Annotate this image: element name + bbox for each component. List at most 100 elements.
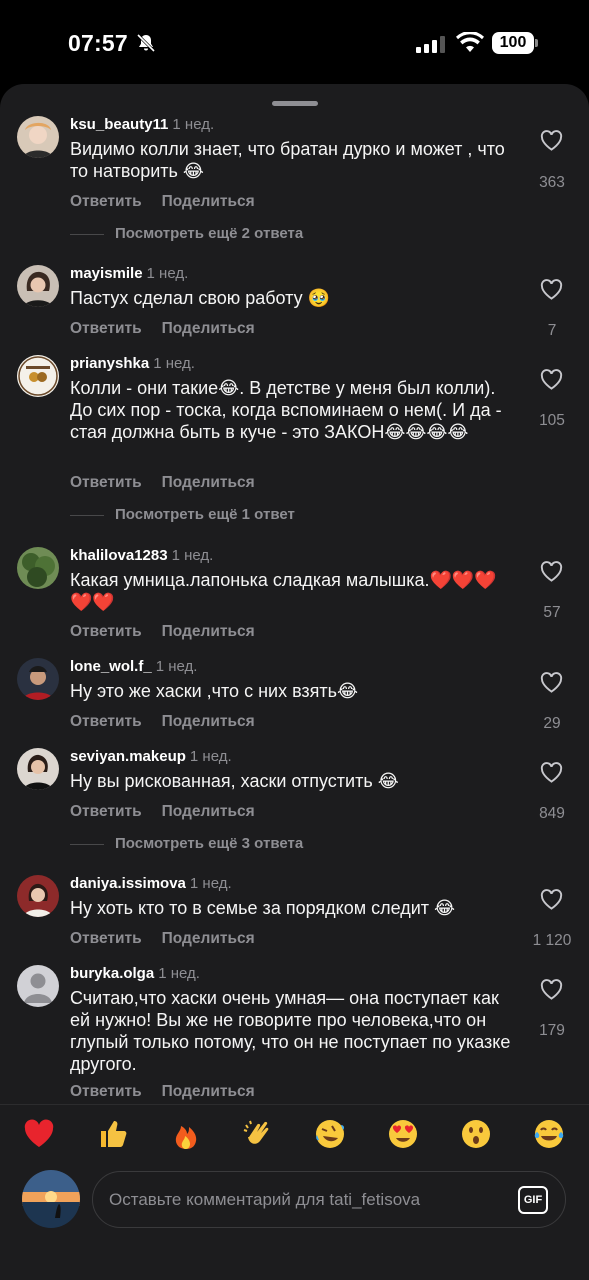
more-replies-label[interactable]: Посмотреть ещё 2 ответа bbox=[115, 225, 303, 242]
username[interactable]: lone_wol.f_ bbox=[70, 658, 152, 675]
reply-button[interactable]: Ответить bbox=[70, 474, 142, 491]
reply-button[interactable]: Ответить bbox=[70, 320, 142, 337]
more-replies-label[interactable]: Посмотреть ещё 3 ответа bbox=[115, 835, 303, 852]
like-count: 1 120 bbox=[532, 932, 572, 949]
share-button[interactable]: Поделиться bbox=[162, 474, 255, 491]
comment-text: Видимо колли знает, что братан дурко и м… bbox=[70, 138, 520, 182]
username[interactable]: prianyshka bbox=[70, 355, 149, 372]
battery-tip bbox=[535, 39, 538, 47]
comment-text: Какая умница.лапонька сладкая малышка.❤️… bbox=[70, 569, 515, 613]
comment-header: buryka.olga 1 нед. bbox=[70, 965, 200, 983]
comment-actions: Ответить Поделиться bbox=[70, 193, 275, 211]
like-count: 29 bbox=[543, 715, 561, 732]
avatar[interactable] bbox=[17, 658, 59, 700]
quick-reactions-bar bbox=[0, 1104, 589, 1164]
share-button[interactable]: Поделиться bbox=[162, 713, 255, 730]
reply-button[interactable]: Ответить bbox=[70, 713, 142, 730]
heart-outline-icon[interactable] bbox=[540, 979, 563, 1000]
surprised-face-icon[interactable] bbox=[459, 1117, 493, 1151]
heart-outline-icon[interactable] bbox=[540, 130, 563, 151]
username[interactable]: mayismile bbox=[70, 265, 143, 282]
share-button[interactable]: Поделиться bbox=[162, 193, 255, 210]
comment-time: 1 нед. bbox=[155, 658, 198, 675]
username[interactable]: khalilova1283 bbox=[70, 547, 168, 564]
bell-off-icon bbox=[136, 33, 156, 53]
thumbs-up-icon[interactable] bbox=[96, 1117, 130, 1151]
avatar[interactable] bbox=[17, 547, 59, 589]
heart-outline-icon[interactable] bbox=[540, 672, 563, 693]
like-count: 849 bbox=[539, 805, 565, 822]
comment-time: 1 нед. bbox=[189, 875, 232, 892]
comment-header: prianyshka 1 нед. bbox=[70, 355, 195, 373]
cellular-signal-icon bbox=[416, 36, 445, 53]
more-replies[interactable]: Посмотреть ещё 2 ответа bbox=[70, 225, 470, 245]
comment-actions: Ответить Поделиться bbox=[70, 930, 275, 948]
replies-divider bbox=[70, 234, 104, 235]
battery-indicator: 100 bbox=[492, 32, 534, 54]
reply-button[interactable]: Ответить bbox=[70, 1083, 142, 1100]
avatar[interactable] bbox=[17, 355, 59, 397]
comment-text: Колли - они такие😂. В детстве у меня был… bbox=[70, 377, 515, 443]
reply-button[interactable]: Ответить bbox=[70, 930, 142, 947]
comment-text: Ну это же хаски ,что с них взять😂 bbox=[70, 680, 520, 702]
comment-text-body: Ну вы рискованная, хаски отпустить 😂 bbox=[70, 771, 399, 791]
red-heart-icon[interactable] bbox=[22, 1117, 56, 1151]
heart-eyes-icon[interactable] bbox=[386, 1117, 420, 1151]
username[interactable]: buryka.olga bbox=[70, 965, 154, 982]
replies-divider bbox=[70, 515, 104, 516]
comment-text: Пастух сделал свою работу 🥹 bbox=[70, 287, 520, 309]
comment-header: seviyan.makeup 1 нед. bbox=[70, 748, 232, 766]
heart-outline-icon[interactable] bbox=[540, 762, 563, 783]
avatar[interactable] bbox=[17, 875, 59, 917]
comment-header: khalilova1283 1 нед. bbox=[70, 547, 213, 565]
heart-outline-icon[interactable] bbox=[540, 279, 563, 300]
comment-input-field[interactable] bbox=[92, 1171, 566, 1228]
avatar[interactable] bbox=[17, 748, 59, 790]
avatar[interactable] bbox=[17, 265, 59, 307]
share-button[interactable]: Поделиться bbox=[162, 623, 255, 640]
comment-input[interactable] bbox=[109, 1185, 509, 1215]
wifi-icon bbox=[456, 32, 484, 52]
heart-outline-icon[interactable] bbox=[540, 889, 563, 910]
fire-icon[interactable] bbox=[169, 1117, 203, 1151]
tears-of-joy-icon[interactable] bbox=[532, 1117, 566, 1151]
sheet-grabber[interactable] bbox=[272, 101, 318, 106]
avatar[interactable] bbox=[17, 965, 59, 1007]
like-count: 105 bbox=[539, 412, 565, 429]
clapping-hands-icon[interactable] bbox=[241, 1117, 275, 1151]
gif-button[interactable]: GIF bbox=[518, 1186, 548, 1214]
comment-header: daniya.issimova 1 нед. bbox=[70, 875, 232, 893]
comment-actions: Ответить Поделиться bbox=[70, 803, 275, 821]
username[interactable]: daniya.issimova bbox=[70, 875, 186, 892]
comment-text-body: Ну хоть кто то в семье за порядком следи… bbox=[70, 898, 456, 918]
like-count: 179 bbox=[539, 1022, 565, 1039]
like-count: 7 bbox=[547, 322, 557, 339]
share-button[interactable]: Поделиться bbox=[162, 1083, 255, 1100]
comment-header: ksu_beauty11 1 нед. bbox=[70, 116, 214, 134]
heart-outline-icon[interactable] bbox=[540, 561, 563, 582]
reply-button[interactable]: Ответить bbox=[70, 803, 142, 820]
username[interactable]: ksu_beauty11 bbox=[70, 116, 168, 133]
comment-text-body: Считаю,что хаски очень умная— она поступ… bbox=[70, 988, 511, 1074]
share-button[interactable]: Поделиться bbox=[162, 320, 255, 337]
comment-text: Считаю,что хаски очень умная— она поступ… bbox=[70, 987, 522, 1075]
more-replies-label[interactable]: Посмотреть ещё 1 ответ bbox=[115, 506, 295, 523]
comment-time: 1 нед. bbox=[189, 748, 232, 765]
more-replies[interactable]: Посмотреть ещё 3 ответа bbox=[70, 835, 470, 855]
comment-actions: Ответить Поделиться bbox=[70, 1083, 275, 1101]
comment-actions: Ответить Поделиться bbox=[70, 320, 275, 338]
heart-outline-icon[interactable] bbox=[540, 369, 563, 390]
current-user-avatar[interactable] bbox=[22, 1170, 80, 1228]
reply-button[interactable]: Ответить bbox=[70, 193, 142, 210]
reply-button[interactable]: Ответить bbox=[70, 623, 142, 640]
share-button[interactable]: Поделиться bbox=[162, 930, 255, 947]
status-time: 07:57 bbox=[68, 30, 128, 56]
share-button[interactable]: Поделиться bbox=[162, 803, 255, 820]
rolling-on-floor-laughing-icon[interactable] bbox=[313, 1117, 347, 1151]
more-replies[interactable]: Посмотреть ещё 1 ответ bbox=[70, 506, 470, 526]
username[interactable]: seviyan.makeup bbox=[70, 748, 186, 765]
comment-text-body: Колли - они такие😂. В детстве у меня был… bbox=[70, 378, 502, 442]
comment-text: Ну вы рискованная, хаски отпустить 😂 bbox=[70, 770, 520, 792]
avatar[interactable] bbox=[17, 116, 59, 158]
comment-text-body: Пастух сделал свою работу 🥹 bbox=[70, 288, 331, 308]
